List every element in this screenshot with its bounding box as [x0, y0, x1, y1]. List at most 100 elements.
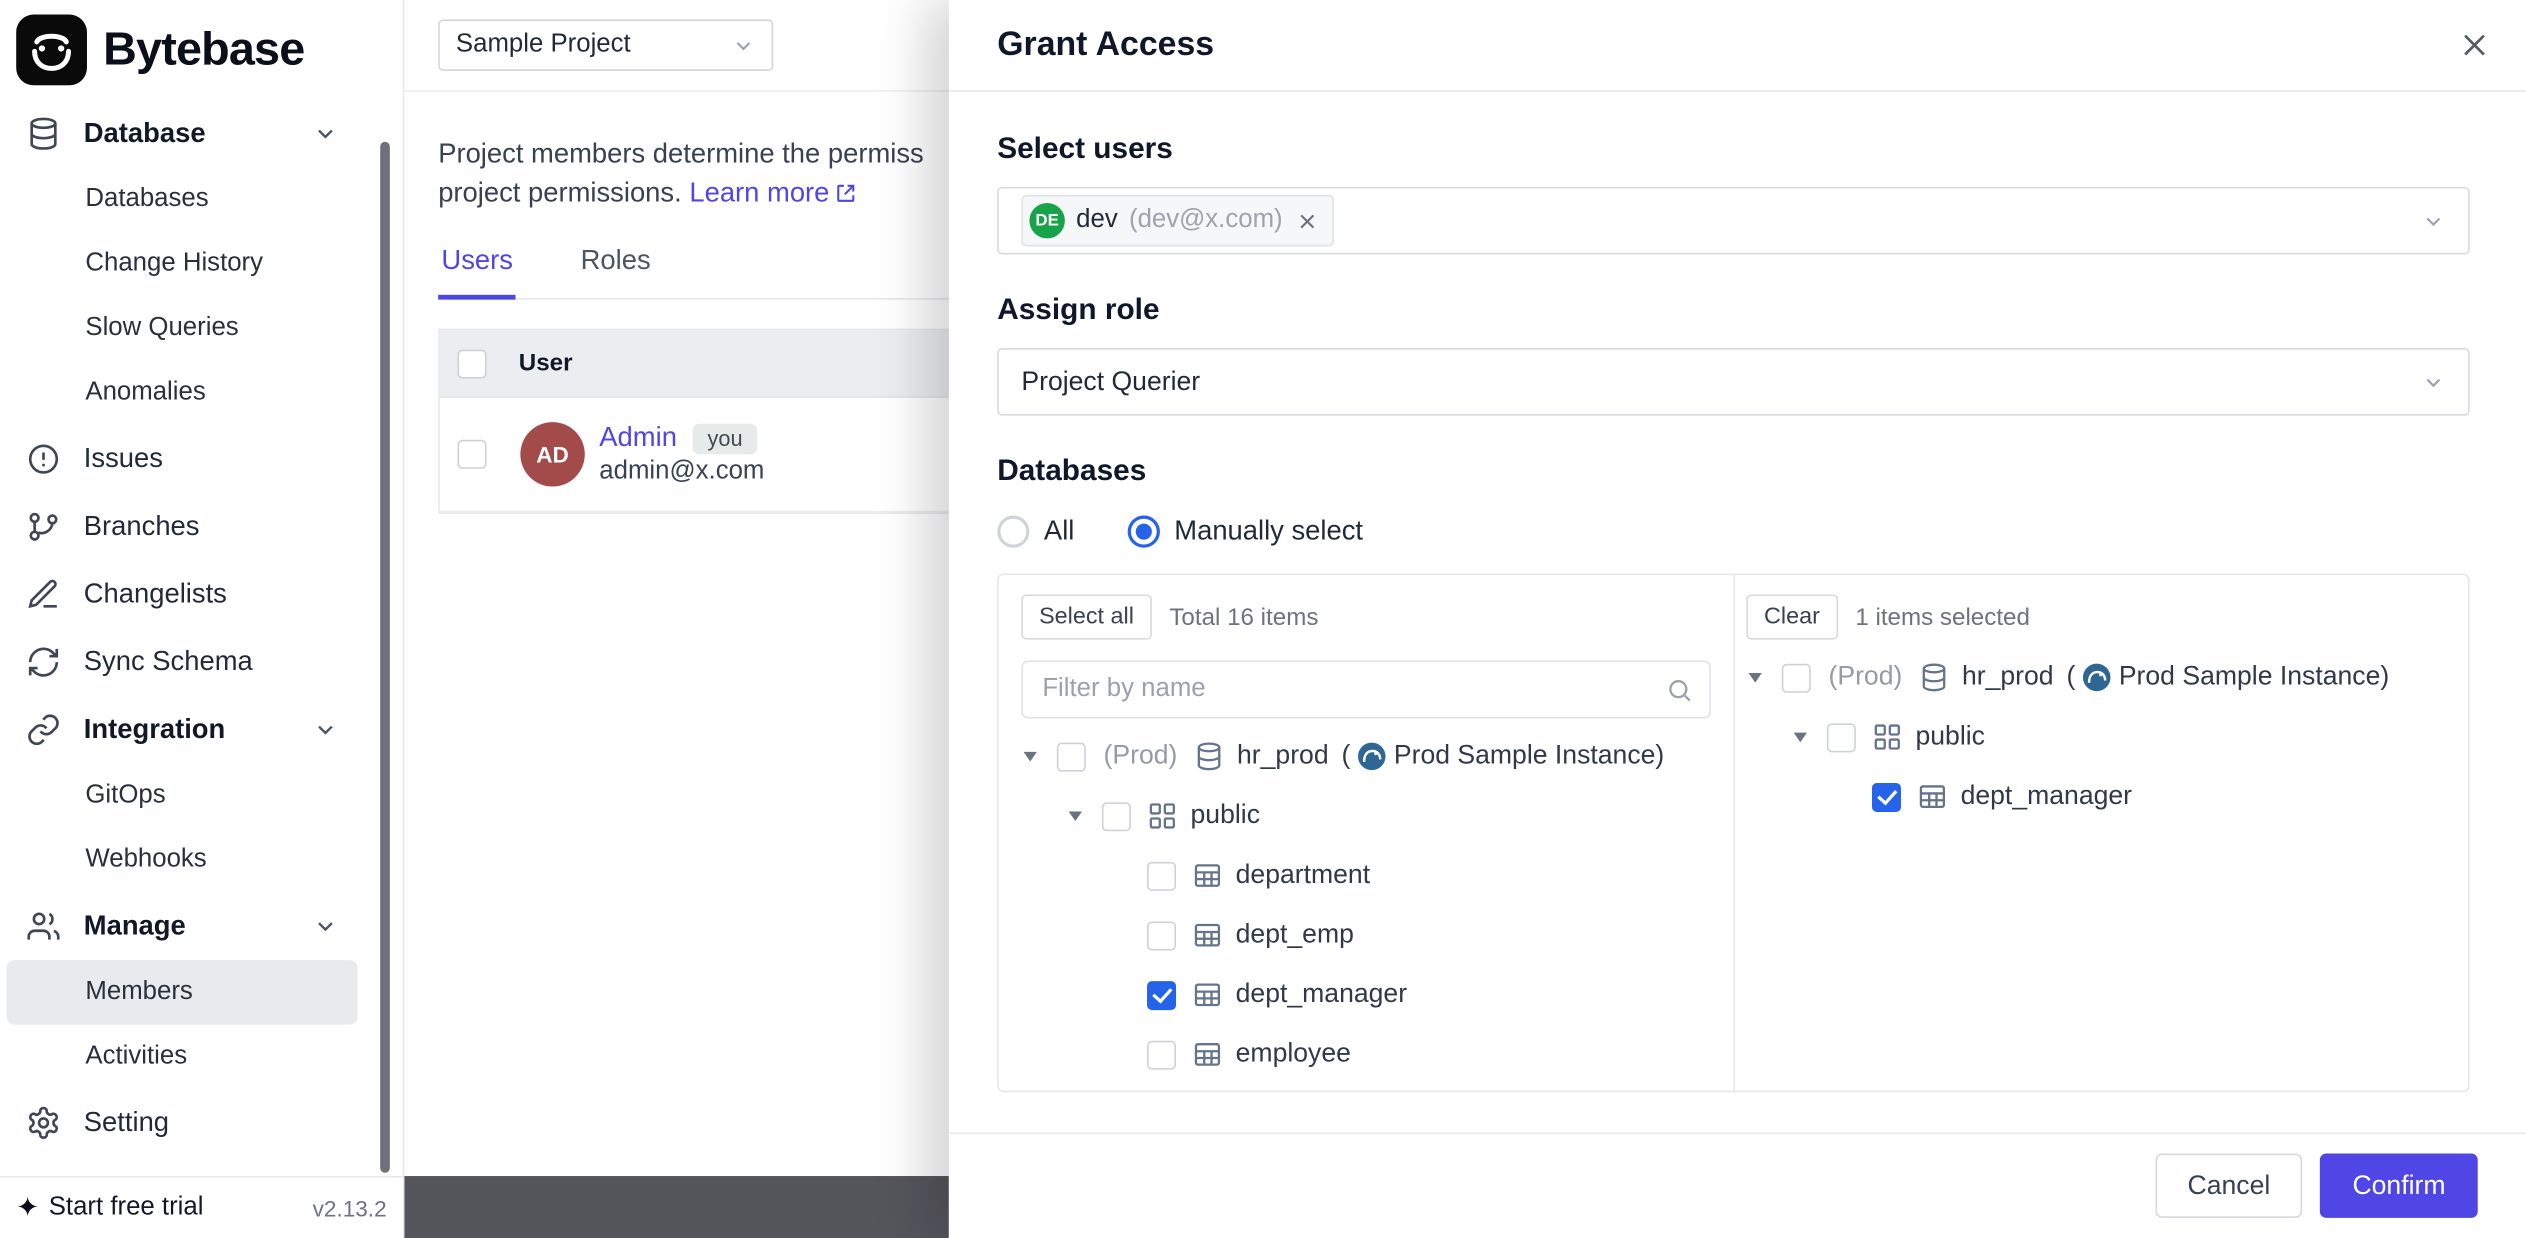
branch-icon [26, 509, 61, 544]
project-selector[interactable]: Sample Project [438, 19, 773, 71]
table-name: dept_manager [1961, 781, 2132, 812]
checkbox[interactable] [1147, 980, 1176, 1009]
tab-users[interactable]: Users [438, 245, 516, 300]
caret-down-icon[interactable] [1066, 807, 1101, 825]
description-line: Project members determine the permiss [438, 139, 924, 170]
tree-row-table[interactable]: dept_manager [1021, 965, 1711, 1025]
table-name: dept_emp [1236, 920, 1354, 951]
tab-roles[interactable]: Roles [577, 245, 653, 298]
schema-icon [1147, 801, 1178, 832]
tree-row-table[interactable]: employee [1021, 1025, 1711, 1085]
checkbox[interactable] [1147, 1040, 1176, 1069]
postgres-icon [1357, 741, 1388, 772]
radio-manual-control[interactable] [1128, 516, 1160, 548]
select-all-checkbox[interactable] [458, 349, 487, 378]
caret-down-icon[interactable] [1746, 669, 1781, 687]
brand[interactable]: Bytebase [0, 0, 403, 100]
tree-row-database[interactable]: (Prod) hr_prod ( Prod Sample Instance) [1746, 648, 2445, 708]
chevron-down-icon [313, 717, 339, 743]
tree-row-table[interactable]: department [1021, 846, 1711, 906]
database-name: hr_prod [1237, 741, 1329, 772]
sidebar-item-databases[interactable]: Databases [6, 168, 357, 232]
sidebar-item-label: Setting [84, 1107, 169, 1139]
caret-down-icon[interactable] [1791, 728, 1826, 746]
description-line: project permissions. [438, 177, 682, 208]
filter-input[interactable] [1039, 673, 1666, 705]
sidebar-item-database[interactable]: Database [0, 100, 403, 168]
sidebar-item-label: Database [84, 118, 206, 150]
radio-manually-select[interactable]: Manually select [1128, 516, 1363, 548]
grant-access-drawer: Grant Access Select users DE dev (dev@x.… [949, 0, 2526, 1238]
postgres-icon [2082, 662, 2113, 693]
tree-row-database[interactable]: (Prod) hr_prod ( Prod Sample Instance) [1021, 727, 1711, 787]
checkbox[interactable] [1102, 801, 1131, 830]
sidebar-item-label: Slow Queries [85, 314, 238, 343]
sidebar-scrollbar[interactable] [380, 142, 390, 1173]
sidebar-item-label: Databases [85, 185, 208, 214]
you-badge: you [693, 423, 757, 454]
sidebar-item-activities[interactable]: Activities [6, 1025, 357, 1089]
tree-row-schema[interactable]: public [1746, 707, 2445, 767]
clear-button[interactable]: Clear [1746, 594, 1837, 639]
sidebar-item-slow-queries[interactable]: Slow Queries [6, 296, 357, 360]
member-email: admin@x.com [599, 458, 764, 487]
role-select-value: Project Querier [1021, 367, 1200, 398]
sparkle-icon: ✦ [16, 1191, 39, 1223]
checkbox[interactable] [1147, 921, 1176, 950]
sync-icon [26, 644, 61, 679]
sidebar-item-integration[interactable]: Integration [0, 696, 403, 764]
close-icon[interactable] [2458, 29, 2490, 61]
tree-row-table[interactable]: dept_emp [1021, 905, 1711, 965]
start-trial-link[interactable]: Start free trial [49, 1193, 204, 1222]
radio-all[interactable]: All [997, 516, 1074, 548]
users-select[interactable]: DE dev (dev@x.com) [997, 187, 2469, 255]
learn-more-link[interactable]: Learn more [689, 174, 856, 213]
select-all-button[interactable]: Select all [1021, 594, 1151, 639]
sidebar-item-manage[interactable]: Manage [0, 892, 403, 960]
table-icon [1192, 860, 1223, 891]
checkbox[interactable] [1147, 861, 1176, 890]
row-checkbox[interactable] [458, 440, 487, 469]
cancel-button[interactable]: Cancel [2155, 1153, 2302, 1217]
source-pane: Select all Total 16 items (Prod) [999, 575, 1734, 1091]
checkbox[interactable] [1872, 782, 1901, 811]
chevron-down-icon [2421, 209, 2445, 233]
drawer-header: Grant Access [949, 0, 2526, 92]
sidebar-item-members[interactable]: Members [6, 960, 357, 1024]
sidebar-item-gitops[interactable]: GitOps [6, 764, 357, 828]
confirm-button[interactable]: Confirm [2320, 1153, 2478, 1217]
checkbox[interactable] [1782, 663, 1811, 692]
selected-count-label: 1 items selected [1855, 603, 2030, 630]
tree-row-table[interactable]: dept_manager [1746, 767, 2445, 827]
version-label: v2.13.2 [313, 1195, 387, 1221]
sidebar-footer: ✦ Start free trial v2.13.2 [0, 1175, 403, 1238]
checkbox[interactable] [1827, 723, 1856, 752]
tree-row-schema[interactable]: public [1021, 786, 1711, 846]
sidebar-item-label: Changelists [84, 578, 227, 610]
sidebar-item-changelists[interactable]: Changelists [0, 561, 403, 629]
target-pane: Clear 1 items selected (Prod) hr_prod ( [1733, 575, 2468, 1091]
selected-user-tag: DE dev (dev@x.com) [1021, 195, 1334, 247]
radio-all-control[interactable] [997, 516, 1029, 548]
chevron-down-icon [313, 913, 339, 939]
database-transfer-panel: Select all Total 16 items (Prod) [997, 574, 2469, 1093]
role-select[interactable]: Project Querier [997, 348, 2469, 416]
table-icon [1917, 781, 1948, 812]
column-header-user: User [519, 350, 573, 377]
database-scope-radios: All Manually select [997, 516, 2469, 548]
caret-down-icon[interactable] [1021, 748, 1056, 766]
sidebar-item-sync-schema[interactable]: Sync Schema [0, 628, 403, 696]
brand-name: Bytebase [103, 23, 304, 76]
sidebar-item-issues[interactable]: Issues [0, 425, 403, 493]
filter-input-wrap [1021, 661, 1711, 719]
sidebar-item-setting[interactable]: Setting [0, 1089, 403, 1157]
sidebar-item-webhooks[interactable]: Webhooks [6, 828, 357, 892]
sidebar-item-anomalies[interactable]: Anomalies [6, 361, 357, 425]
checkbox[interactable] [1057, 742, 1086, 771]
table-name: department [1236, 860, 1370, 891]
member-name-link[interactable]: Admin [599, 422, 677, 454]
sidebar-item-change-history[interactable]: Change History [6, 232, 357, 296]
avatar: AD [520, 422, 584, 486]
remove-user-icon[interactable] [1297, 210, 1318, 231]
sidebar-item-branches[interactable]: Branches [0, 493, 403, 561]
